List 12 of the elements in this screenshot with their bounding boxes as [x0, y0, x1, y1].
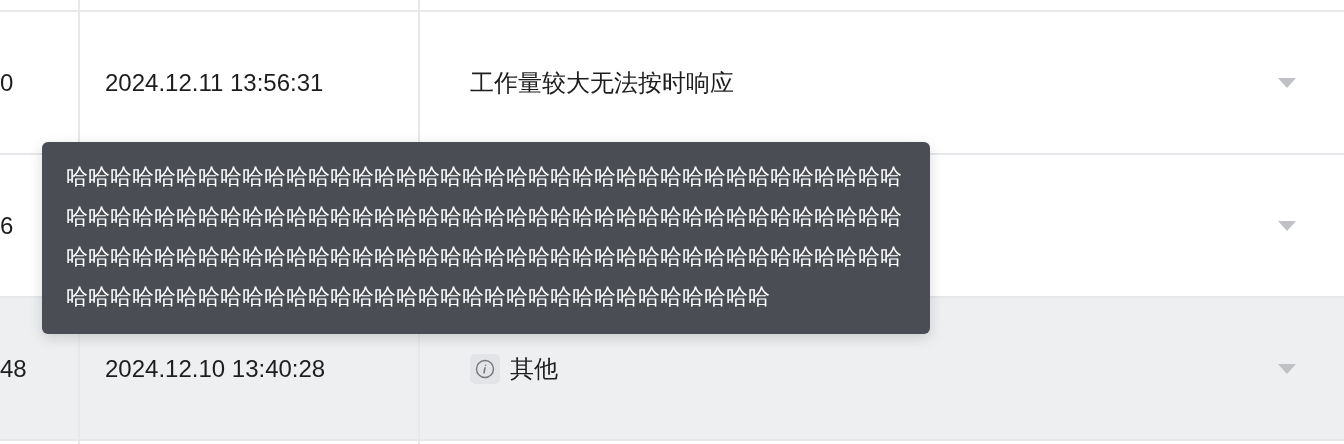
table-cell: 6: [0, 211, 14, 240]
tooltip: 哈哈哈哈哈哈哈哈哈哈哈哈哈哈哈哈哈哈哈哈哈哈哈哈哈哈哈哈哈哈哈哈哈哈哈哈哈哈哈哈哈哈哈哈哈哈哈哈哈哈哈哈哈哈哈哈哈哈哈哈哈哈哈哈哈哈哈哈哈哈哈哈哈哈哈哈哈哈哈哈哈哈哈哈哈哈哈哈哈哈哈哈哈哈哈哈哈哈哈哈哈哈哈哈哈哈哈哈哈哈哈哈哈哈哈哈哈哈哈哈哈哈哈哈哈哈哈哈哈哈哈哈哈哈哈哈哈哈哈哈哈哈哈哈哈哈: [42, 142, 930, 334]
reason-text: 工作量较大无法按时响应: [470, 67, 735, 98]
dropdown-caret-icon[interactable]: [1278, 220, 1296, 231]
dropdown-caret-icon[interactable]: [1278, 77, 1296, 88]
table-cell: 0: [0, 68, 14, 97]
time-text: 2024.12.11 13:56:31: [105, 68, 324, 97]
info-icon: [470, 353, 500, 384]
time-text: 2024.12.10 13:40:28: [105, 354, 326, 383]
reason-text: 其他: [510, 353, 559, 384]
table-cell: 48: [0, 354, 27, 383]
dropdown-caret-icon[interactable]: [1278, 363, 1296, 374]
